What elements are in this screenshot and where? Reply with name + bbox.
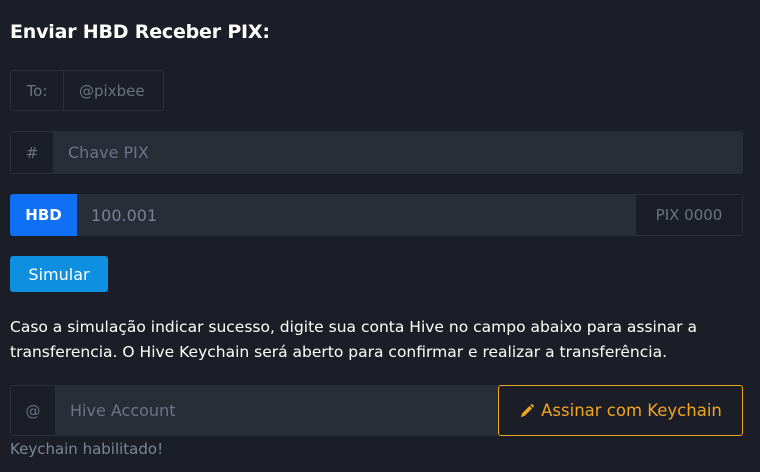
hash-addon: # [10,131,53,174]
sign-keychain-button[interactable]: Assinar com Keychain [498,385,743,436]
simulate-button[interactable]: Simular [10,256,108,292]
info-text: Caso a simulação indicar sucesso, digite… [10,318,697,361]
to-label: To: [11,71,64,110]
page-title: Enviar HBD Receber PIX: [10,21,270,43]
pix-output-value: PIX 0000 [636,194,743,236]
to-row: To: @pixbee [10,70,164,111]
sign-keychain-label: Assinar com Keychain [541,401,722,420]
to-recipient: @pixbee [64,71,163,110]
hive-account-input[interactable] [55,385,498,436]
hbd-amount-input[interactable] [77,194,636,236]
pix-key-row: # [10,131,743,174]
pencil-icon [519,403,535,419]
hbd-currency-label: HBD [10,194,77,236]
at-addon: @ [10,385,55,436]
hive-account-row: @ [10,385,498,436]
amount-row: HBD PIX 0000 [10,194,743,236]
pix-key-input[interactable] [53,131,743,174]
keychain-status: Keychain habilitado! [10,440,164,458]
